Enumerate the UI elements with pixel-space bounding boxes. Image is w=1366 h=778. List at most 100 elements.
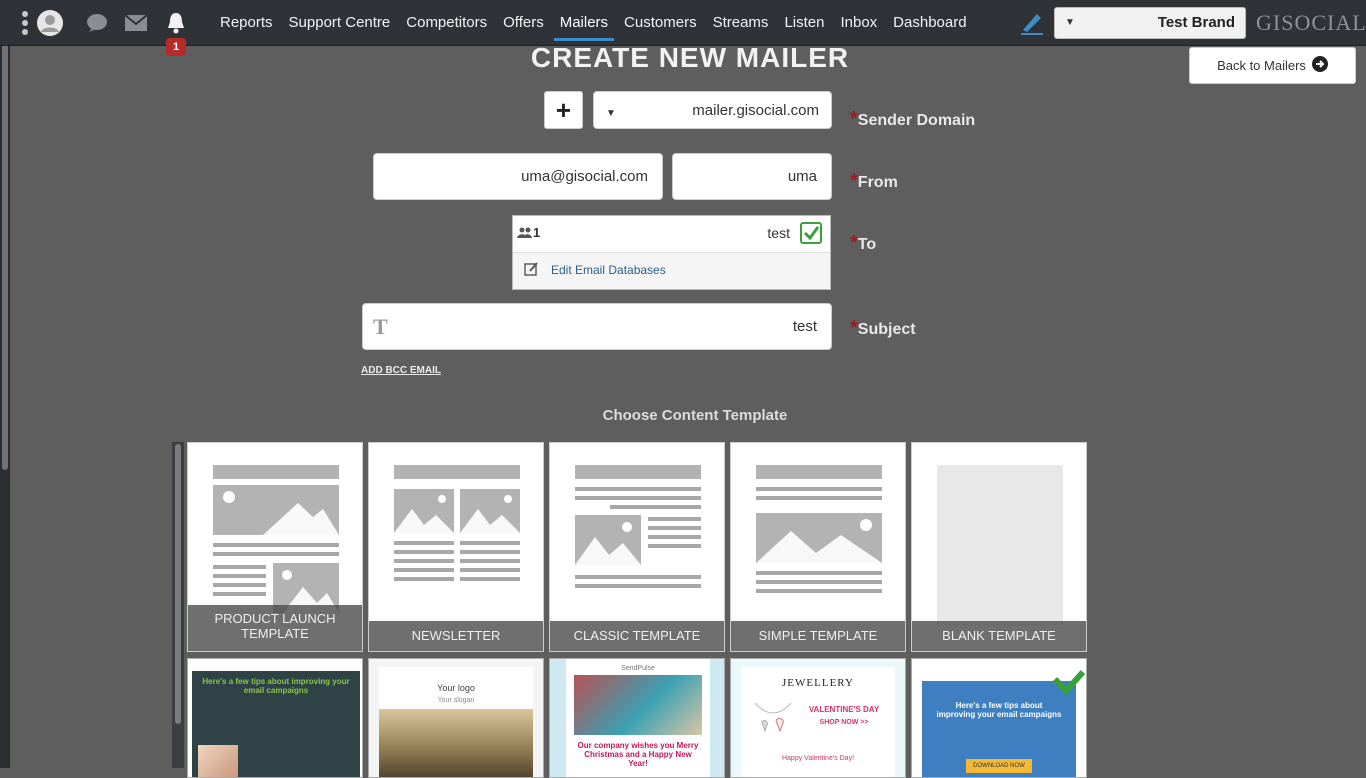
choose-template-heading: Choose Content Template: [602, 407, 788, 424]
image-placeholder-icon: [460, 489, 520, 533]
from-name-value: uma: [787, 168, 817, 185]
nav-streams[interactable]: Streams: [705, 0, 777, 45]
mail-icon[interactable]: [122, 8, 150, 38]
chat-icon[interactable]: [84, 8, 110, 38]
template-preview: [575, 584, 701, 588]
recipient-list-item[interactable]: test 1: [513, 216, 830, 253]
from-label: *From: [848, 170, 898, 193]
template-card-christmas[interactable]: SendPulse Our company wishes you Merry C…: [549, 658, 725, 778]
selected-check-icon: [1052, 669, 1086, 700]
template-preview: [394, 465, 520, 479]
template-preview: [756, 571, 882, 575]
template-card-simple[interactable]: SIMPLE TEMPLATE: [730, 442, 906, 652]
add-sender-domain-button[interactable]: +: [544, 91, 583, 129]
template-card-classic[interactable]: CLASSIC TEMPLATE: [549, 442, 725, 652]
template-preview: [394, 541, 454, 545]
sender-domain-label: *Sender Domain: [848, 108, 975, 131]
circle-arrow-icon: [1311, 56, 1328, 75]
logo-text: GISOCIAL: [1256, 10, 1366, 35]
template-card-blank[interactable]: BLANK TEMPLATE: [911, 442, 1087, 652]
top-navigation-bar: 1 Reports Support Centre Competitors Off…: [0, 0, 1366, 56]
template-label: BLANK TEMPLATE: [912, 621, 1086, 651]
to-label: *To: [848, 232, 876, 255]
selected-check-icon[interactable]: [800, 222, 822, 244]
template-label: CLASSIC TEMPLATE: [550, 621, 724, 651]
nav-listen[interactable]: Listen: [776, 0, 832, 45]
text-format-icon[interactable]: T: [373, 314, 388, 340]
required-mark: *: [850, 108, 858, 130]
template-headline: Here's a few tips about improving your e…: [202, 677, 350, 695]
sender-domain-value: mailer.gisocial.com: [692, 101, 819, 119]
template-scrollbar[interactable]: [172, 442, 184, 768]
template-preview: [648, 544, 701, 548]
template-preview: [648, 517, 701, 521]
nav-reports[interactable]: Reports: [212, 0, 281, 45]
grid-menu-icon[interactable]: [18, 8, 32, 38]
template-preview: [756, 580, 882, 584]
template-card-dark-tips[interactable]: Here's a few tips about improving your e…: [187, 658, 363, 778]
back-to-mailers-button[interactable]: Back to Mailers: [1189, 47, 1356, 84]
template-label: SIMPLE TEMPLATE: [731, 621, 905, 651]
gisocial-logo: GISOCIAL: [1256, 8, 1366, 38]
add-bcc-email-link[interactable]: ADD BCC EMAIL: [361, 365, 441, 376]
nav-support-centre[interactable]: Support Centre: [281, 0, 399, 45]
template-footer: Happy Valentine's Day!: [781, 755, 855, 762]
template-headline: VALENTINE'S DAY: [808, 705, 880, 714]
template-card-product-launch[interactable]: PRODUCT LAUNCH TEMPLATE: [187, 442, 363, 652]
notification-count-badge: 1: [166, 38, 186, 56]
template-card-sendpulse-tips[interactable]: Here's a few tips about improving your e…: [911, 658, 1087, 778]
necklace-hearts-icon: [751, 699, 795, 748]
template-preview: [460, 541, 520, 545]
template-headline: Here's a few tips about improving your e…: [936, 701, 1062, 719]
template-preview: [937, 465, 1063, 625]
from-name-input[interactable]: uma: [672, 153, 832, 200]
edit-email-databases-link[interactable]: Edit Email Databases: [551, 263, 666, 277]
template-preview: [575, 575, 701, 579]
nav-competitors[interactable]: Competitors: [398, 0, 495, 45]
recipient-list-count: 1: [533, 225, 541, 240]
template-preview: [394, 568, 454, 572]
avatar[interactable]: [36, 8, 64, 38]
nav-customers[interactable]: Customers: [616, 0, 705, 45]
template-scrollbar-thumb[interactable]: [175, 444, 181, 724]
page-scrollbar[interactable]: [0, 0, 10, 768]
template-brand: SendPulse: [621, 665, 655, 672]
template-preview: [575, 487, 701, 491]
to-label-text: To: [857, 236, 877, 253]
nav-mailers[interactable]: Mailers: [552, 0, 616, 45]
nav-dashboard[interactable]: Dashboard: [885, 0, 974, 45]
from-email-value: uma@gisocial.com: [521, 168, 648, 185]
image-placeholder-icon: [213, 485, 339, 535]
template-headline: Our company wishes you Merry Christmas a…: [577, 741, 699, 768]
nav-offers[interactable]: Offers: [495, 0, 552, 45]
from-email-input[interactable]: uma@gisocial.com: [373, 153, 663, 200]
template-slogan: Your slogan: [437, 697, 475, 704]
image-placeholder-icon: [756, 513, 882, 563]
template-preview: [460, 559, 520, 563]
notification-bell-icon[interactable]: [164, 8, 188, 38]
chevron-down-icon: ▼: [606, 108, 616, 119]
edit-icon[interactable]: [524, 262, 539, 281]
nav-inbox[interactable]: Inbox: [832, 0, 885, 45]
template-cta: SHOP NOW >>: [819, 719, 869, 726]
template-photo: [198, 745, 238, 777]
template-card-newsletter[interactable]: NEWSLETTER: [368, 442, 544, 652]
image-placeholder-icon: [394, 489, 454, 533]
template-brand: JEWELLERY: [782, 677, 854, 689]
compose-pen-icon[interactable]: [1018, 8, 1046, 38]
template-card-logo-photo[interactable]: Your logo Your slogan: [368, 658, 544, 778]
sender-domain-select[interactable]: ▼ mailer.gisocial.com: [593, 91, 832, 129]
from-label-text: From: [857, 174, 898, 191]
template-label: PRODUCT LAUNCH TEMPLATE: [188, 605, 362, 651]
template-logo-text: Your logo: [437, 683, 475, 693]
recipient-list-box: test 1 Edit Email Databases: [512, 215, 831, 290]
chevron-down-icon: ▼: [1065, 17, 1075, 28]
brand-selector[interactable]: ▼ Test Brand: [1054, 7, 1246, 39]
template-preview: [575, 496, 701, 500]
template-preview: [460, 577, 520, 581]
page-scrollbar-thumb[interactable]: [2, 8, 8, 470]
page-title: CREATE NEW MAILER: [530, 42, 850, 73]
template-card-valentines[interactable]: JEWELLERY VALENTINE'S DAY SHOP NOW >> Ha…: [730, 658, 906, 778]
subject-input[interactable]: test T: [362, 303, 832, 350]
template-preview: [213, 552, 339, 556]
